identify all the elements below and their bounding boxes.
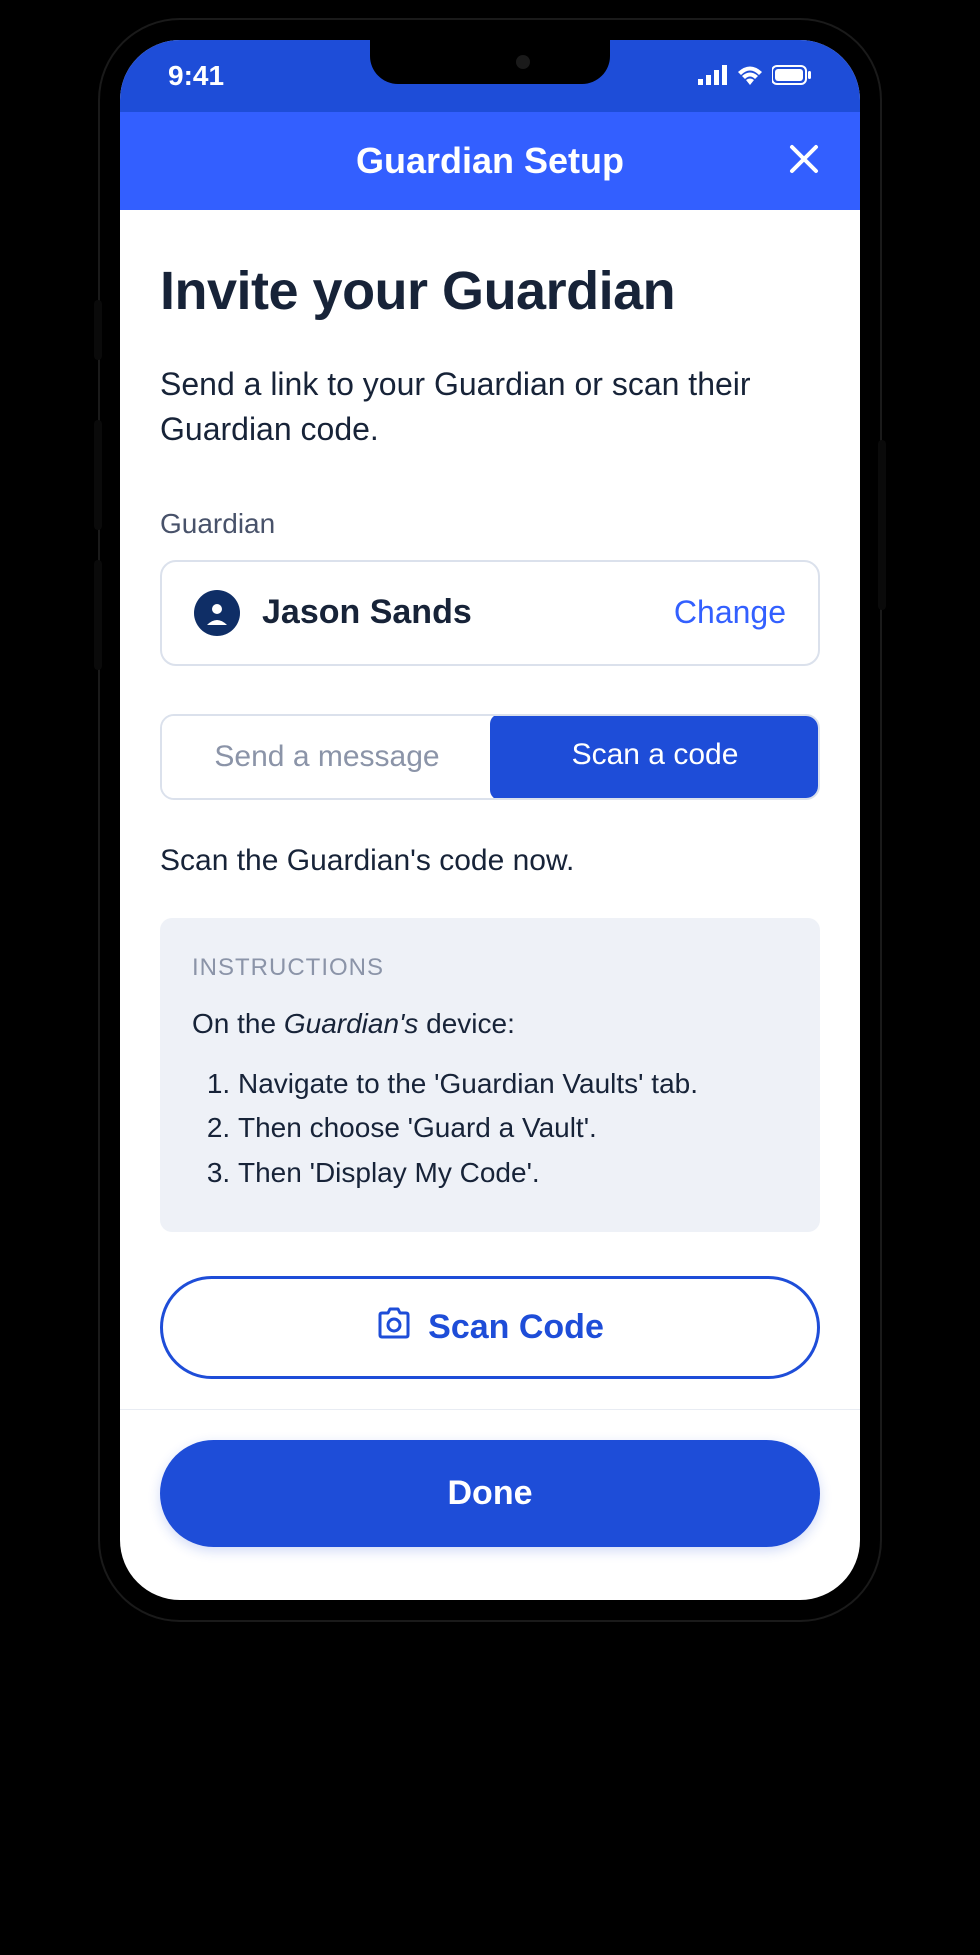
instruction-step: Then 'Display My Code'. — [238, 1151, 788, 1196]
power-button — [878, 440, 886, 610]
instructions-intro: On the Guardian's device: — [192, 1008, 788, 1040]
tab-scan-code[interactable]: Scan a code — [490, 714, 820, 800]
page-subtitle: Send a link to your Guardian or scan the… — [160, 362, 820, 452]
instructions-title: INSTRUCTIONS — [192, 954, 788, 982]
close-button[interactable] — [788, 143, 820, 180]
instruction-step: Navigate to the 'Guardian Vaults' tab. — [238, 1062, 788, 1107]
scan-code-button-label: Scan Code — [428, 1308, 604, 1347]
avatar-icon — [194, 590, 240, 636]
guardian-card: Jason Sands Change — [160, 560, 820, 666]
camera-icon — [376, 1307, 412, 1348]
scan-prompt: Scan the Guardian's code now. — [160, 844, 820, 878]
instructions-intro-suffix: device: — [418, 1008, 515, 1039]
guardian-info: Jason Sands — [194, 590, 472, 636]
phone-screen: 9:41 Guardian Setup Invite your Guardian — [120, 40, 860, 1600]
guardian-field-label: Guardian — [160, 508, 820, 540]
volume-down-button — [94, 560, 102, 670]
segmented-control: Send a message Scan a code — [160, 714, 820, 800]
battery-icon — [772, 60, 812, 92]
instructions-intro-prefix: On the — [192, 1008, 284, 1039]
wifi-icon — [736, 60, 764, 92]
phone-frame: 9:41 Guardian Setup Invite your Guardian — [100, 20, 880, 1620]
status-time: 9:41 — [168, 60, 224, 92]
nav-bar: Guardian Setup — [120, 112, 860, 210]
page-title: Invite your Guardian — [160, 260, 820, 322]
tab-send-message[interactable]: Send a message — [162, 716, 492, 798]
instructions-intro-em: Guardian's — [284, 1008, 419, 1039]
status-icons — [698, 60, 812, 92]
scan-code-button[interactable]: Scan Code — [160, 1276, 820, 1379]
footer: Done — [120, 1409, 860, 1597]
volume-up-button — [94, 420, 102, 530]
notch — [370, 40, 610, 84]
instruction-step: Then choose 'Guard a Vault'. — [238, 1106, 788, 1151]
content: Invite your Guardian Send a link to your… — [120, 210, 860, 1379]
done-button[interactable]: Done — [160, 1440, 820, 1547]
guardian-name: Jason Sands — [262, 593, 472, 632]
cellular-icon — [698, 60, 728, 92]
close-icon — [788, 143, 820, 175]
instructions-list: Navigate to the 'Guardian Vaults' tab. T… — [192, 1062, 788, 1196]
instructions-box: INSTRUCTIONS On the Guardian's device: N… — [160, 918, 820, 1232]
change-link[interactable]: Change — [674, 594, 786, 631]
nav-title: Guardian Setup — [356, 140, 624, 182]
volume-button — [94, 300, 102, 360]
